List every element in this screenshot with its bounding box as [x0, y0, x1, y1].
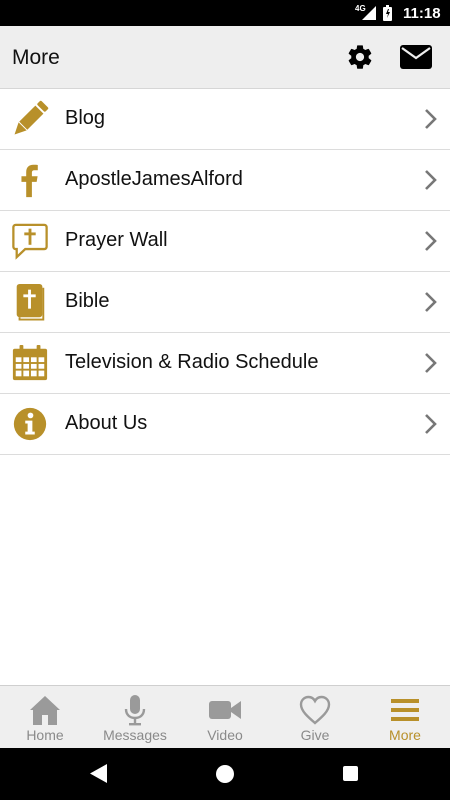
- gear-icon[interactable]: [346, 43, 374, 71]
- menu-item-tv-radio-schedule[interactable]: Television & Radio Schedule: [0, 333, 450, 394]
- tab-label: Give: [300, 727, 330, 743]
- tab-video[interactable]: Video: [180, 686, 270, 748]
- back-icon[interactable]: [90, 764, 107, 783]
- microphone-icon: [124, 695, 146, 726]
- tab-messages[interactable]: Messages: [90, 686, 180, 748]
- app-bar: More: [0, 26, 450, 89]
- tab-label: Messages: [103, 727, 167, 743]
- tab-give[interactable]: Give: [270, 686, 360, 748]
- video-camera-icon: [209, 701, 241, 719]
- menu-item-prayer-wall[interactable]: Prayer Wall: [0, 211, 450, 272]
- menu-item-label: Prayer Wall: [65, 229, 168, 251]
- pencil-icon: [14, 100, 49, 135]
- bottom-tab-bar: Home Messages Video Give More: [0, 685, 450, 748]
- speech-cross-icon: [12, 223, 48, 260]
- tab-more[interactable]: More: [360, 686, 450, 748]
- menu-item-label: Blog: [65, 107, 106, 129]
- menu-item-label: Bible: [65, 290, 110, 312]
- menu-item-blog[interactable]: Blog: [0, 89, 450, 150]
- menu-item-label: About Us: [65, 412, 148, 434]
- menu-item-facebook[interactable]: ApostleJamesAlford: [0, 150, 450, 211]
- system-nav-bar: [0, 748, 450, 800]
- battery-icon: [383, 5, 392, 21]
- menu-list: Blog ApostleJamesAlford Prayer Wall Bibl…: [0, 89, 450, 455]
- chevron-right-icon: [425, 414, 437, 434]
- page-title: More: [12, 46, 60, 69]
- home-button-icon[interactable]: [216, 765, 234, 783]
- menu-item-about-us[interactable]: About Us: [0, 394, 450, 455]
- chevron-right-icon: [425, 292, 437, 312]
- tab-home[interactable]: Home: [0, 686, 90, 748]
- info-icon: [13, 407, 47, 441]
- tab-label: Home: [26, 727, 64, 743]
- chevron-right-icon: [425, 353, 437, 373]
- status-bar: 4G 11:18: [0, 0, 450, 26]
- chevron-right-icon: [425, 231, 437, 251]
- recent-apps-icon[interactable]: [343, 766, 358, 781]
- menu-item-bible[interactable]: Bible: [0, 272, 450, 333]
- tab-label: Video: [207, 727, 243, 743]
- chevron-right-icon: [425, 109, 437, 129]
- heart-icon: [299, 695, 331, 725]
- facebook-icon: [21, 164, 38, 198]
- tab-label: More: [389, 727, 421, 743]
- home-icon: [30, 696, 60, 725]
- calendar-icon: [12, 344, 48, 381]
- mail-icon[interactable]: [400, 45, 432, 69]
- menu-icon: [391, 699, 419, 721]
- clock: 11:18: [403, 5, 441, 22]
- menu-item-label: ApostleJamesAlford: [65, 168, 243, 190]
- signal-icon: [362, 6, 376, 20]
- chevron-right-icon: [425, 170, 437, 190]
- bible-icon: [16, 283, 45, 321]
- menu-item-label: Television & Radio Schedule: [65, 351, 319, 373]
